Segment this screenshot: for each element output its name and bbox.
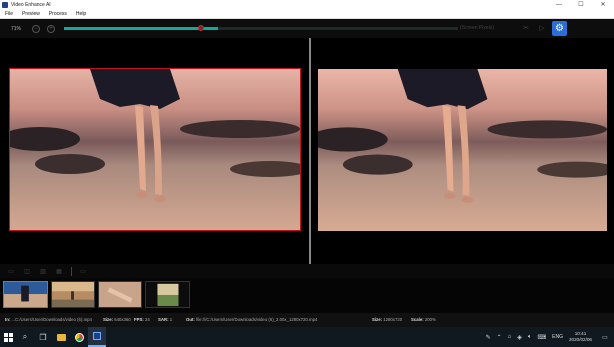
single-view-icon[interactable]: ▭ xyxy=(6,267,16,275)
controls-separator xyxy=(71,266,72,276)
out-label: Out: xyxy=(186,317,195,322)
output-size-label: Size: xyxy=(372,317,383,322)
play-forward-icon[interactable]: ▷ xyxy=(537,23,547,33)
cut-icon[interactable]: ✂ xyxy=(521,23,531,33)
status-text: (Screen Pixels) xyxy=(460,25,494,31)
clock-date: 2020/02/06 xyxy=(569,337,592,342)
close-button[interactable]: ✕ xyxy=(592,0,614,9)
menu-help[interactable]: Help xyxy=(76,11,86,17)
network-icon[interactable]: ⌂ xyxy=(508,334,512,340)
progress-fill xyxy=(64,27,218,30)
thumbnail-video-2[interactable] xyxy=(51,281,95,308)
output-size: 1280x720 xyxy=(383,317,403,322)
preview-area xyxy=(0,38,614,264)
enhanced-preview-frame[interactable] xyxy=(318,69,607,231)
app-tray-icon[interactable]: ◈ xyxy=(517,334,522,341)
menu-file[interactable]: File xyxy=(5,11,13,17)
windows-taskbar: ⌕ ❐ ✎ ⌃ ⌂ ◈ 🔈︎ ⌨ ENG 10:41 2020/02/06 ▭ xyxy=(0,327,614,347)
thumbnail-video-3[interactable] xyxy=(98,281,142,308)
scale-label: Scale: xyxy=(411,317,424,322)
clock[interactable]: 10:41 2020/02/06 xyxy=(569,331,592,343)
thumbnail-video-1[interactable] xyxy=(3,281,48,308)
windows-logo-icon xyxy=(3,332,13,342)
in-label: In: xyxy=(5,317,11,322)
pen-icon[interactable]: ✎ xyxy=(486,334,491,341)
scale-value: 200% xyxy=(424,317,436,322)
zoom-level: 71% xyxy=(11,25,22,32)
menu-process[interactable]: Process xyxy=(49,11,67,17)
fps-value: 24 xyxy=(145,317,150,322)
sar-value: 1 xyxy=(169,317,173,322)
zoom-in-button[interactable]: + xyxy=(47,24,55,33)
keyboard-icon[interactable]: ⌨ xyxy=(537,334,546,341)
settings-gear-button[interactable]: ⚙ xyxy=(552,21,567,36)
chrome-icon[interactable] xyxy=(70,327,88,347)
grid-view-icon[interactable]: ▦ xyxy=(54,267,64,275)
view-controls: ▭ ◫ ▥ ▦ ▭ xyxy=(0,264,614,278)
app-logo-icon xyxy=(2,1,8,8)
window-title: Video Enhance AI xyxy=(11,1,51,8)
maximize-button[interactable]: ☐ xyxy=(570,0,592,9)
progress-handle[interactable] xyxy=(198,25,204,31)
thumbnail-image xyxy=(52,282,94,307)
beach-scene-image-original xyxy=(10,69,300,230)
split-divider[interactable] xyxy=(309,38,311,264)
side-by-side-icon[interactable]: ▥ xyxy=(38,267,48,275)
output-path: file:///C:/Users/User/Downloads/video (6… xyxy=(196,317,318,322)
notifications-icon[interactable]: ▭ xyxy=(602,334,612,341)
chevron-up-icon[interactable]: ⌃ xyxy=(497,334,502,341)
beach-scene-image-enhanced xyxy=(318,69,607,231)
speaker-icon[interactable]: 🔈︎ xyxy=(528,334,532,341)
start-button[interactable] xyxy=(0,327,16,347)
menu-bar: File Preview Process Help xyxy=(0,9,614,19)
system-tray: ✎ ⌃ ⌂ ◈ 🔈︎ ⌨ ENG 10:41 2020/02/06 ▭ xyxy=(486,327,614,347)
input-path: ...C:/Users/User/Downloads/video (6).mp4 xyxy=(11,317,92,322)
original-preview-frame[interactable] xyxy=(9,68,301,231)
search-icon[interactable]: ⌕ xyxy=(16,327,34,347)
thumbnail-video-4[interactable] xyxy=(145,281,190,308)
export-frame-icon[interactable]: ▭ xyxy=(78,267,88,275)
fps-label: FPS: xyxy=(134,317,144,322)
task-view-icon[interactable]: ❐ xyxy=(34,327,52,347)
preview-progress-bar[interactable] xyxy=(64,25,458,31)
info-bar: In: ...C:/Users/User/Downloads/video (6)… xyxy=(0,313,614,327)
language-indicator[interactable]: ENG xyxy=(552,334,563,340)
split-view-icon[interactable]: ◫ xyxy=(22,267,32,275)
title-bar: Video Enhance AI — ☐ ✕ xyxy=(0,0,614,9)
thumbnail-image xyxy=(146,282,189,307)
thumbnail-image xyxy=(99,282,141,307)
video-queue xyxy=(0,278,614,313)
sar-label: SAR: xyxy=(158,317,169,322)
input-size: 640x360 xyxy=(114,317,131,322)
zoom-out-button[interactable]: − xyxy=(32,24,40,33)
video-enhance-ai-icon[interactable] xyxy=(88,327,106,347)
window-controls: — ☐ ✕ xyxy=(548,0,614,9)
file-explorer-icon[interactable] xyxy=(52,327,70,347)
toolbar-actions: ✂ ▷ xyxy=(521,23,547,33)
thumbnail-image xyxy=(4,282,47,307)
menu-preview[interactable]: Preview xyxy=(22,11,40,17)
minimize-button[interactable]: — xyxy=(548,0,570,9)
size-label: Size: xyxy=(103,317,114,322)
